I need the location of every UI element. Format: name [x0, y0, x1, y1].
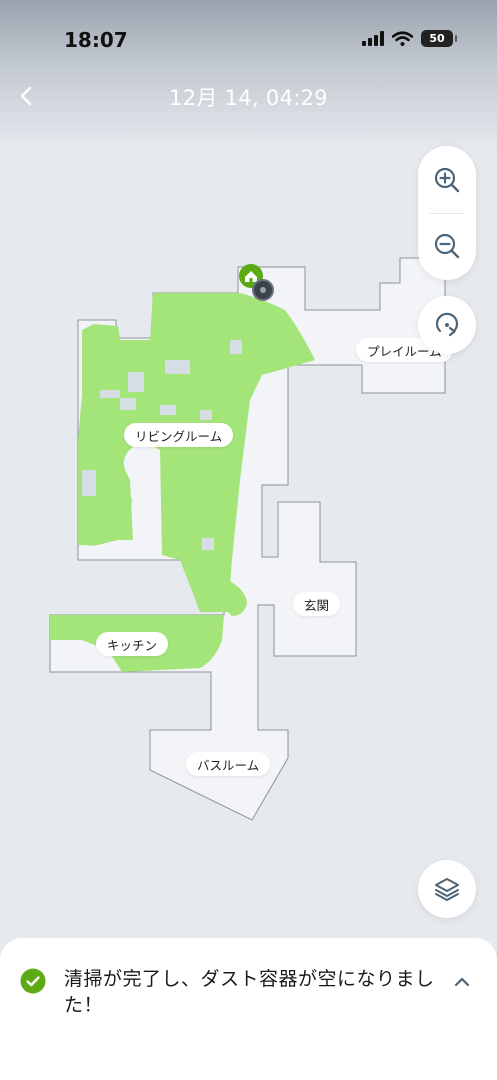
room-label-kitchen[interactable]: キッチン — [96, 632, 169, 656]
zoom-in-button[interactable] — [418, 150, 476, 210]
check-circle-icon — [20, 968, 46, 994]
room-label-bathroom[interactable]: バスルーム — [186, 752, 271, 776]
rotate-map-button[interactable] — [418, 296, 476, 354]
notification-message: 清掃が完了し、ダスト容器が空になりました！ — [64, 968, 435, 1016]
zoom-in-icon — [434, 167, 460, 193]
cleaning-complete-sheet[interactable]: 清掃が完了し、ダスト容器が空になりました！ — [0, 938, 497, 1080]
rotate-icon — [435, 312, 459, 337]
zoom-divider — [430, 213, 464, 214]
room-label-entrance[interactable]: 玄関 — [293, 592, 341, 616]
robot-icon — [252, 279, 274, 301]
room-label-living[interactable]: リビングルーム — [124, 423, 234, 447]
map-layers-button[interactable] — [418, 860, 476, 918]
zoom-controls — [418, 146, 476, 280]
layers-icon — [435, 878, 459, 901]
zoom-out-icon — [434, 233, 460, 259]
chevron-up-icon[interactable] — [452, 972, 472, 992]
zoom-out-button[interactable] — [418, 216, 476, 276]
